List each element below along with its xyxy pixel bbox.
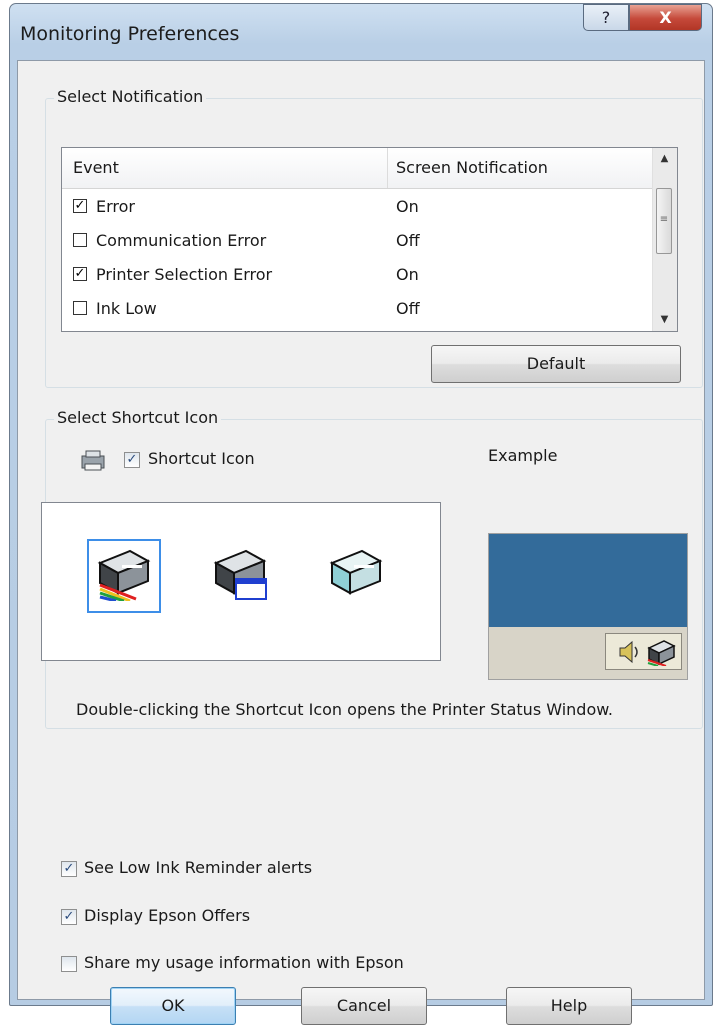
listview-scrollbar[interactable]: ▲ ≡ ▼ xyxy=(652,148,677,331)
select-notification-label: Select Notification xyxy=(54,87,207,106)
share-usage-checkbox[interactable] xyxy=(61,956,77,972)
shortcut-description: Double-clicking the Shortcut Icon opens … xyxy=(76,700,613,719)
display-epson-offers-checkbox[interactable]: ✓ xyxy=(61,909,77,925)
shortcut-icon-preview-panel xyxy=(41,502,441,661)
event-checkbox[interactable] xyxy=(73,233,87,247)
example-taskbar xyxy=(489,627,687,679)
column-header-event[interactable]: Event xyxy=(73,158,119,177)
window-title: Monitoring Preferences xyxy=(20,23,240,45)
low-ink-reminder-checkbox[interactable]: ✓ xyxy=(61,861,77,877)
column-header-screen-notification[interactable]: Screen Notification xyxy=(396,158,548,177)
dialog-client-area: Select Notification Event Screen Notific… xyxy=(17,60,705,1025)
select-notification-group: Select Notification Event Screen Notific… xyxy=(45,87,703,388)
event-checkbox[interactable]: ✓ xyxy=(73,267,87,281)
tray-printer-icon xyxy=(647,640,676,666)
select-shortcut-icon-label: Select Shortcut Icon xyxy=(54,408,222,427)
screen-notification-value: On xyxy=(396,197,419,216)
example-preview xyxy=(488,533,688,680)
speaker-icon xyxy=(619,640,638,664)
event-checkbox[interactable]: ✓ xyxy=(73,199,87,213)
listview-header: Event Screen Notification xyxy=(62,148,654,189)
list-item[interactable]: ✓ Printer Selection Error On xyxy=(62,260,652,294)
list-item[interactable]: Communication Error Off xyxy=(62,226,652,260)
close-button[interactable]: X xyxy=(629,4,702,31)
title-bar[interactable]: Monitoring Preferences ? X xyxy=(10,4,712,60)
scroll-thumb[interactable]: ≡ xyxy=(656,188,672,254)
default-button[interactable]: Default xyxy=(431,345,681,383)
example-desktop xyxy=(489,534,687,627)
ok-button[interactable]: OK xyxy=(110,987,236,1025)
shortcut-printer-icon xyxy=(81,450,105,471)
help-title-button[interactable]: ? xyxy=(583,4,629,31)
share-usage-label[interactable]: Share my usage information with Epson xyxy=(84,953,404,972)
event-name: Communication Error xyxy=(96,231,267,250)
low-ink-reminder-label[interactable]: See Low Ink Reminder alerts xyxy=(84,858,312,877)
event-checkbox[interactable] xyxy=(73,301,87,315)
cancel-button[interactable]: Cancel xyxy=(301,987,427,1025)
scroll-down-arrow-icon[interactable]: ▼ xyxy=(653,309,676,331)
shortcut-icon-checkbox-label[interactable]: Shortcut Icon xyxy=(148,449,255,468)
monitoring-preferences-window: Monitoring Preferences ? X Select Notifi… xyxy=(9,3,713,1025)
list-item[interactable]: Ink Low Off xyxy=(62,294,652,328)
column-divider[interactable] xyxy=(387,148,388,188)
example-system-tray xyxy=(605,633,682,670)
printer-rainbow-icon[interactable] xyxy=(96,545,152,601)
display-epson-offers-label[interactable]: Display Epson Offers xyxy=(84,906,250,925)
printer-plain-icon[interactable] xyxy=(328,545,384,601)
event-name: Ink Low xyxy=(96,299,157,318)
screen-notification-value: Off xyxy=(396,231,420,250)
list-item[interactable]: ✓ Error On xyxy=(62,192,652,226)
event-name: Error xyxy=(96,197,135,216)
notification-listview[interactable]: Event Screen Notification ✓ Error On Com… xyxy=(61,147,678,332)
screen-notification-value: On xyxy=(396,265,419,284)
event-name: Printer Selection Error xyxy=(96,265,273,284)
help-button[interactable]: Help xyxy=(506,987,632,1025)
screen-notification-value: Off xyxy=(396,299,420,318)
example-label: Example xyxy=(488,446,558,465)
list-item-partial[interactable] xyxy=(62,326,652,331)
printer-window-icon[interactable] xyxy=(212,545,268,601)
scroll-up-arrow-icon[interactable]: ▲ xyxy=(653,148,676,170)
shortcut-icon-checkbox[interactable]: ✓ xyxy=(124,452,140,468)
